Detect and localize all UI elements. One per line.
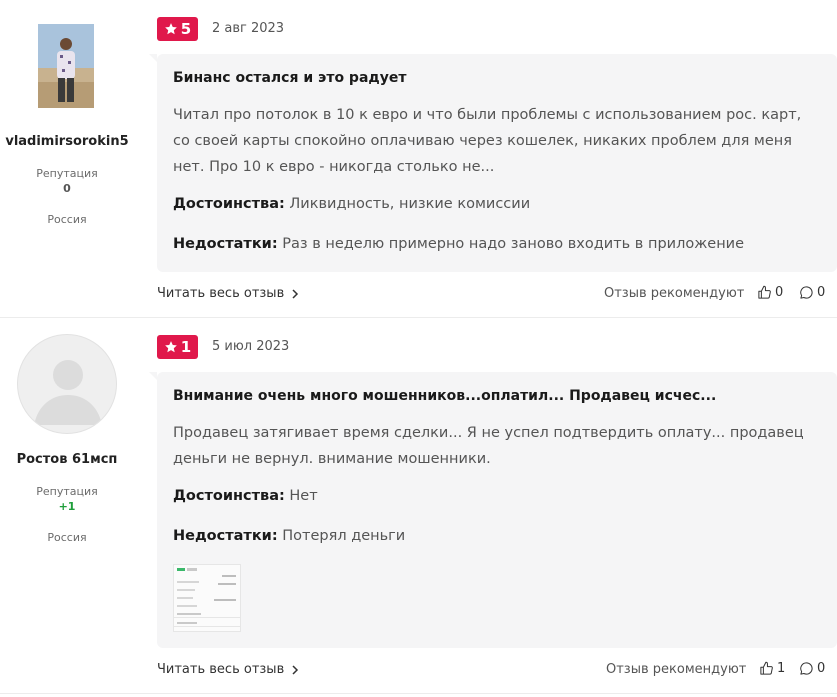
comment-icon: [800, 662, 813, 675]
cons-label: Недостатки:: [173, 236, 278, 252]
rating-value: 5: [180, 20, 192, 38]
chevron-right-icon: [292, 664, 299, 675]
pros-text: Ликвидность, низкие комиссии: [289, 196, 531, 212]
comments-button[interactable]: 0: [799, 285, 825, 300]
reputation-label: Репутация: [36, 167, 98, 180]
thumbs-up-icon: [760, 661, 773, 675]
recommend-label: Отзыв рекомендуют: [604, 286, 745, 301]
recommend-label: Отзыв рекомендуют: [606, 662, 747, 677]
review-text: Продавец затягивает время сделки... Я не…: [173, 425, 804, 467]
default-user-icon: [34, 360, 102, 425]
review-card[interactable]: Бинанс остался и это радует Читал про по…: [149, 54, 837, 272]
pros-label: Достоинства:: [173, 196, 285, 212]
review-pros: Достоинства: Ликвидность, низкие комисси…: [173, 196, 821, 212]
review-text: Читал про потолок в 10 к евро и что были…: [173, 107, 802, 175]
attachment-thumbnail[interactable]: [173, 564, 241, 632]
review-title[interactable]: Бинанс остался и это радует: [173, 70, 821, 86]
comment-count: 0: [817, 285, 826, 300]
star-icon: [164, 23, 177, 35]
read-full-review-link[interactable]: Читать весь отзыв: [157, 662, 300, 677]
reputation-value: 0: [63, 182, 71, 195]
like-button[interactable]: 1: [759, 661, 785, 676]
review-cons: Недостатки: Раз в неделю примерно надо з…: [173, 236, 821, 252]
comment-count: 0: [817, 661, 826, 676]
rating-value: 1: [180, 338, 192, 356]
author-name[interactable]: Ростов 61мсп: [0, 452, 134, 467]
star-icon: [164, 341, 177, 353]
cons-label: Недостатки:: [173, 528, 278, 544]
thumbs-up-icon: [758, 285, 771, 299]
avatar[interactable]: [17, 334, 117, 434]
author-country: Россия: [47, 531, 87, 544]
review-date: 2 авг 2023: [212, 21, 285, 36]
review-cons: Недостатки: Потерял деньги: [173, 528, 821, 544]
author-name[interactable]: vladimirsorokin5: [0, 134, 134, 149]
rating-badge: 1: [157, 335, 198, 359]
read-more-label: Читать весь отзыв: [157, 286, 285, 301]
reputation-value: +1: [58, 500, 76, 513]
pros-label: Достоинства:: [173, 488, 285, 504]
review-card[interactable]: Внимание очень много мошенников...оплати…: [149, 372, 837, 648]
review-title[interactable]: Внимание очень много мошенников...оплати…: [173, 388, 821, 404]
pros-text: Нет: [289, 488, 318, 504]
read-more-label: Читать весь отзыв: [157, 662, 285, 677]
review-date: 5 июл 2023: [212, 339, 290, 354]
cons-text: Раз в неделю примерно надо заново входит…: [282, 236, 745, 252]
like-count: 1: [777, 661, 786, 676]
rating-badge: 5: [157, 17, 198, 41]
like-count: 0: [775, 285, 784, 300]
comments-button[interactable]: 0: [799, 661, 825, 676]
comment-icon: [800, 286, 813, 299]
author-country: Россия: [47, 213, 87, 226]
chevron-right-icon: [292, 288, 299, 299]
read-full-review-link[interactable]: Читать весь отзыв: [157, 286, 300, 301]
like-button[interactable]: 0: [757, 285, 783, 300]
review-item: Ростов 61мсп Репутация +1 Россия 1 5 июл…: [0, 318, 837, 694]
review-item: vladimirsorokin5 Репутация 0 Россия 5 2 …: [0, 0, 837, 318]
cons-text: Потерял деньги: [282, 528, 406, 544]
reputation-label: Репутация: [36, 485, 98, 498]
review-pros: Достоинства: Нет: [173, 488, 821, 504]
avatar[interactable]: [38, 24, 94, 108]
